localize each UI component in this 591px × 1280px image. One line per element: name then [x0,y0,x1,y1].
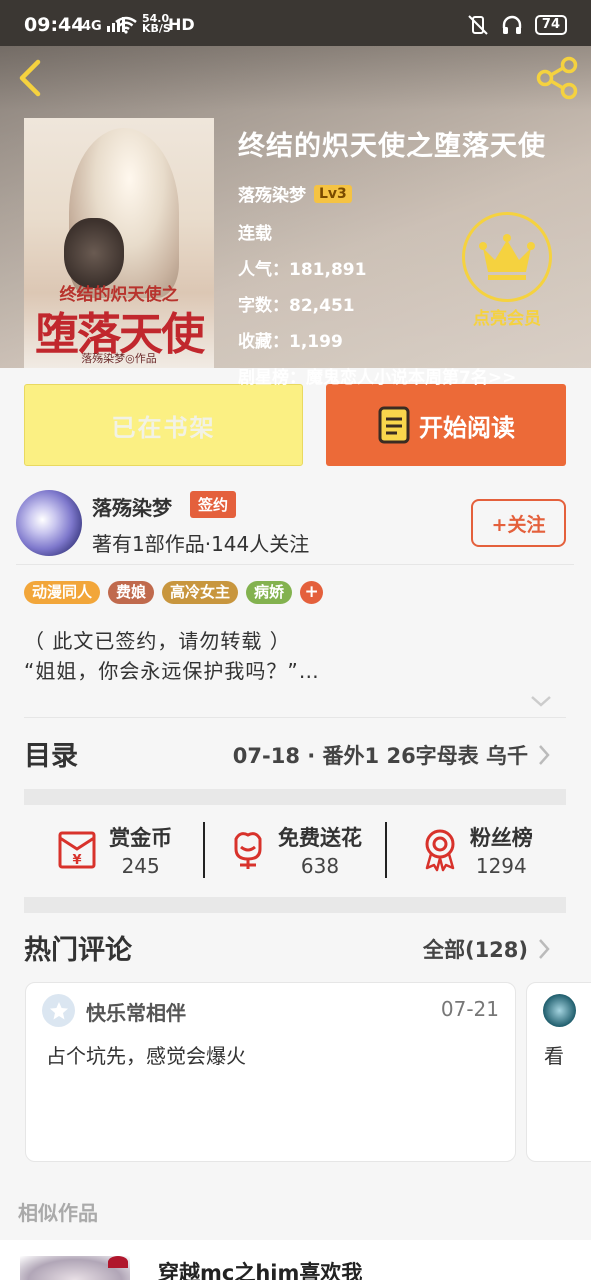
comment-text: 看 [544,1044,564,1068]
similar-work-title: 穿越mc之him喜欢我 [158,1261,363,1280]
reward-coins[interactable]: ¥ 赏金币 245 [24,820,203,880]
start-reading-button[interactable]: 开始阅读 [326,384,566,466]
comment-card[interactable]: 快乐常相伴 07-21 占个坑先，感觉会爆火 [25,982,516,1162]
expand-intro-button[interactable] [530,693,552,712]
cover-cat [64,218,124,288]
book-cover[interactable]: 终结的炽天使之 堕落天使 落殇染梦◎作品 [24,118,214,368]
intro-line: “姐姐，你会永远保护我吗？”… [24,659,320,683]
chevron-right-icon [539,939,550,959]
stat-value: 245 [121,854,160,878]
chevron-down-icon [531,696,551,707]
fan-ranking[interactable]: 粉丝榜 1294 [387,820,566,880]
status-time: 09:44 [24,14,85,36]
battery-indicator: 74 [534,15,567,35]
more-tags-button[interactable]: + [300,581,324,604]
table-of-contents-row[interactable]: 目录 07-18 · 番外1 26字母表 乌千 [0,730,591,780]
stat-label: 免费送花 [277,826,362,850]
red-envelope-icon: ¥ [58,831,96,869]
stat-text: 免费送花 638 [278,822,362,878]
chevron-right-icon [539,745,550,765]
share-button[interactable] [535,56,581,100]
toc-latest-chapter: 07-18 · 番外1 26字母表 乌千 [232,744,528,768]
vibrate-mute-icon [468,15,488,35]
intro-line: （ 此文已签约，请勿转载 ） [24,629,291,653]
commenter-name[interactable]: 快乐常相伴 [86,997,186,1026]
share-icon [536,56,578,100]
stat-text: 赏金币 245 [109,822,172,878]
tag-list: 动漫同人 费娘 高冷女主 病娇 + [24,581,324,604]
vip-label: 点亮会员 [473,309,541,329]
cover-bow [108,1256,128,1268]
crown-icon [479,234,535,280]
star-icon [49,1001,68,1019]
in-bookshelf-button[interactable]: 已在书架 [24,384,303,466]
stat-label: 赏金币 [109,826,173,850]
follow-button[interactable]: +关注 [471,499,566,547]
tag-item[interactable]: 病娇 [246,581,293,604]
book-intro[interactable]: （ 此文已签约，请勿转载 ） “姐姐，你会永远保护我吗？”… [24,626,320,686]
book-favorites: 收藏：1,199 [238,332,343,352]
author-card: 落殇染梦 签约 著有1部作品·144人关注 +关注 动漫同人 费娘 高冷女主 病… [0,480,591,730]
comment-date: 07-21 [440,997,499,1021]
headphones-icon [502,15,522,34]
author-stats: 著有1部作品·144人关注 [92,532,310,556]
divider [24,717,566,718]
author-avatar[interactable] [16,490,82,556]
book-ranking-link[interactable]: 剧星榜：魔鬼恋人小说本周第7名>> [238,363,546,388]
network-speed: 54.0 KB/S [142,12,171,35]
stat-label: 粉丝榜 [469,826,533,850]
status-bar: 09:44 4G 54.0 KB/S HD 74 [0,0,591,46]
section-band [24,789,566,805]
signed-badge: 签约 [190,491,237,518]
divider [16,564,574,565]
comment-text: 占个坑先，感觉会爆火 [46,1044,246,1068]
stat-value: 638 [300,854,340,878]
level-badge: Lv3 [314,184,352,203]
free-flowers[interactable]: 免费送花 638 [205,820,384,880]
cover-author-credit: 落殇染梦◎作品 [81,352,157,365]
stat-text: 粉丝榜 1294 [470,822,533,878]
tag-item[interactable]: 高冷女主 [162,581,239,604]
stat-value: 1294 [475,854,527,878]
similar-works-title: 相似作品 [18,1201,98,1225]
hot-comments-title: 热门评论 [24,935,132,966]
book-icon [378,406,410,444]
book-title: 终结的炽天使之堕落天使 [238,131,546,162]
vip-button[interactable]: 点亮会员 [462,212,552,329]
vip-circle [462,212,552,302]
stats-row: ¥ 赏金币 245 免费送花 638 粉丝榜 1294 [24,820,566,880]
author-name[interactable]: 落殇染梦 [92,492,172,521]
similar-work-item[interactable]: 穿越mc之him喜欢我 [0,1240,591,1280]
hd-indicator: HD [168,15,195,34]
tag-item[interactable]: 动漫同人 [24,581,101,604]
tag-item[interactable]: 费娘 [108,581,155,604]
toc-label: 目录 [24,741,78,772]
comment-card[interactable]: 看 [526,982,591,1162]
start-reading-label: 开始阅读 [419,413,515,442]
network-label: 4G [82,19,102,34]
flower-icon [234,832,262,869]
wifi-icon [115,16,137,34]
book-author[interactable]: 落殇染梦 [238,181,306,206]
svg-text:¥: ¥ [73,853,82,868]
commenter-avatar[interactable] [42,994,75,1027]
section-band [24,897,566,913]
book-author-line: 落殇染梦 Lv3 [238,181,546,206]
status-right: 74 [467,14,567,36]
similar-work-cover [20,1256,130,1280]
all-comments-link[interactable]: 全部(128) [423,934,528,964]
medal-icon [425,829,455,872]
chevron-left-icon [19,59,41,97]
commenter-avatar[interactable] [543,994,576,1027]
back-button[interactable] [14,58,48,98]
